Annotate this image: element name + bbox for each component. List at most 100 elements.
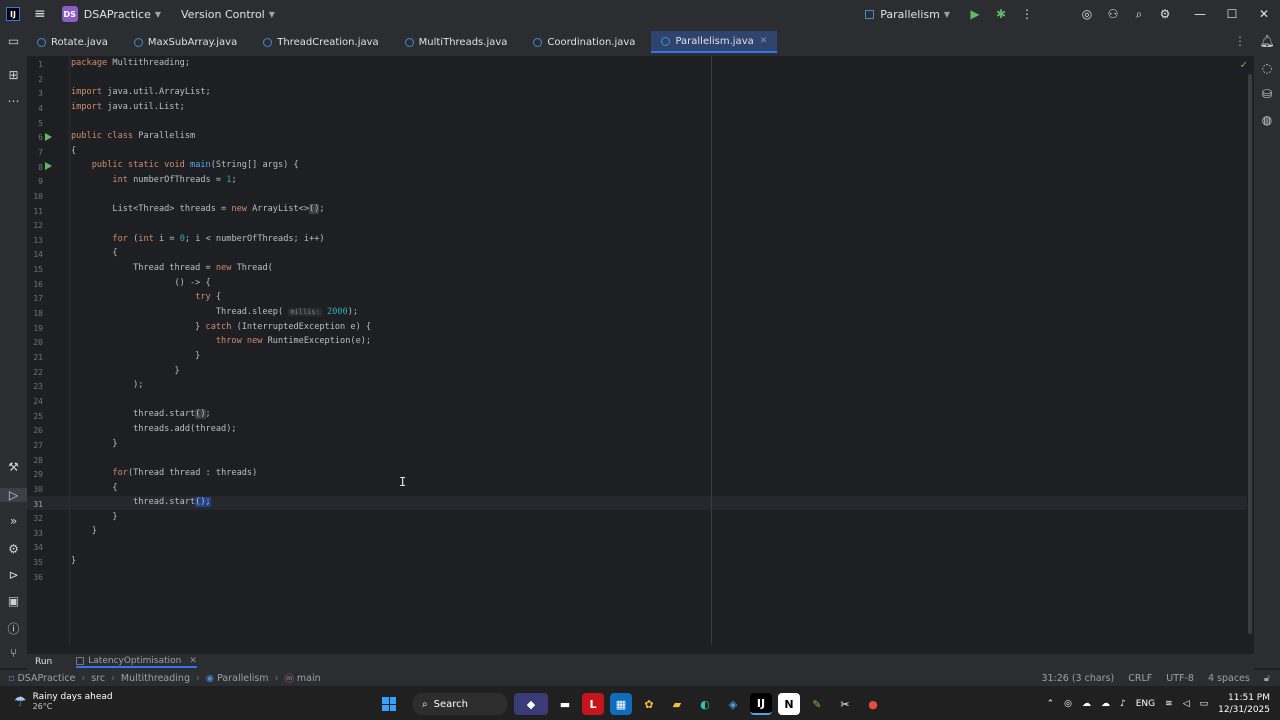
maximize-button[interactable]: ☐ (1216, 7, 1248, 21)
editor-tab[interactable]: ThreadCreation.java (253, 31, 388, 53)
minimize-button[interactable]: — (1184, 7, 1216, 21)
plugins-icon[interactable]: ⚙ (0, 542, 27, 556)
run-icon[interactable]: ▶ (962, 7, 988, 21)
more-icon[interactable]: ⋮ (1014, 7, 1040, 21)
vcs-widget[interactable]: Version Control (181, 8, 265, 21)
app-circle-icon[interactable]: ● (862, 693, 884, 715)
code-line: { (71, 248, 118, 258)
battery-icon[interactable]: ▭ (1200, 699, 1209, 709)
copilot-app-icon[interactable]: ✿ (638, 693, 660, 715)
line-number: 13 (33, 235, 43, 245)
chevron-down-icon[interactable]: ▼ (155, 10, 161, 19)
code-line: public static void main(String[] args) { (91, 160, 299, 170)
title-bar: IJ ≡ DS DSAPractice ▼ Version Control ▼ … (0, 0, 1280, 28)
editor-tab[interactable]: Coordination.java (523, 31, 645, 53)
java-class-icon (37, 37, 46, 47)
wifi-icon[interactable]: ≋ (1165, 699, 1173, 709)
more-tools-icon[interactable]: ⋯ (0, 94, 27, 108)
notion-icon[interactable]: N (778, 693, 800, 715)
debug-tool-icon[interactable]: ⊳ (0, 568, 27, 582)
close-tab-icon[interactable]: ✕ (760, 36, 768, 46)
database-icon[interactable]: ⛁ (1254, 87, 1280, 101)
tabs-overflow-icon[interactable]: ⋮ (1234, 34, 1246, 48)
line-number: 23 (33, 382, 43, 392)
run-config-selector[interactable]: Parallelism ▼ (865, 8, 950, 21)
debug-icon[interactable]: ✱ (988, 7, 1014, 21)
microphone-icon[interactable]: ♪ (1120, 699, 1126, 709)
code-editor[interactable]: 1 2 3 4 5 6 7 8 9 10 11 12 13 14 15 16 17 18 19 20 21 22 23 24 2… (27, 56, 1254, 644)
intellij-taskbar-icon[interactable]: IJ (750, 693, 772, 715)
app-l-icon[interactable]: L (582, 693, 604, 715)
onedrive-icon[interactable]: ☁ (1082, 699, 1091, 709)
copilot-icon[interactable]: ◍ (1254, 113, 1280, 127)
tab-label: MaxSubArray.java (147, 36, 238, 48)
language-indicator[interactable]: ENG (1136, 699, 1155, 709)
system-clock[interactable]: 11:51 PM 12/31/2025 (1218, 692, 1270, 716)
widgets-app-icon[interactable]: ◆ (514, 693, 548, 715)
breadcrumb-item[interactable]: src (91, 673, 105, 684)
tab-label: Rotate.java (51, 36, 108, 48)
terminal-icon[interactable]: ▣ (0, 594, 27, 608)
edge-browser-icon[interactable]: ◐ (694, 693, 716, 715)
close-run-tab-icon[interactable]: ✕ (189, 656, 197, 666)
code-line: () -> { (71, 278, 211, 288)
java-class-icon (404, 37, 414, 47)
notepad-icon[interactable]: ✎ (806, 693, 828, 715)
services-icon[interactable]: » (0, 514, 27, 528)
problems-icon[interactable]: ⓘ (0, 620, 27, 637)
editor-tab[interactable]: Rotate.java (27, 31, 118, 53)
run-class-gutter-icon[interactable] (45, 133, 52, 141)
read-only-lock-icon[interactable]: 🔓︎ (1264, 673, 1270, 684)
project-folder-icon[interactable]: ▭ (0, 34, 27, 48)
breadcrumb-item[interactable]: Parallelism (217, 673, 268, 684)
ai-assistant-icon[interactable]: ◎ (1074, 7, 1100, 21)
notifications-bell-icon[interactable]: 🔔︎ (1254, 34, 1280, 48)
breadcrumb-item[interactable]: DSAPractice (17, 673, 75, 684)
vertical-scrollbar[interactable] (1248, 74, 1252, 634)
git-icon[interactable]: ⑂ (0, 646, 27, 660)
snipping-tool-icon[interactable]: ✂ (834, 693, 856, 715)
editor-tab[interactable]: MultiThreads.java (395, 31, 518, 53)
java-class-icon (133, 37, 143, 47)
file-encoding[interactable]: UTF-8 (1166, 673, 1194, 684)
line-separator[interactable]: CRLF (1128, 673, 1152, 684)
build-hammer-icon[interactable]: ⚒ (0, 460, 27, 474)
tray-app-icon[interactable]: ◎ (1064, 699, 1072, 709)
task-view-icon[interactable]: ▬ (554, 693, 576, 715)
search-icon[interactable]: ⌕ (1126, 7, 1152, 22)
inspection-ok-icon[interactable]: ✓ (1240, 60, 1248, 71)
add-user-icon[interactable]: ⚇ (1100, 7, 1126, 21)
weather-temp: 26°C (32, 702, 53, 711)
file-explorer-icon[interactable]: ▰ (666, 693, 688, 715)
chevron-down-icon[interactable]: ▼ (269, 10, 275, 19)
volume-icon[interactable]: ◁ (1183, 699, 1190, 709)
run-tool-icon[interactable]: ▷ (0, 488, 27, 502)
tray-overflow-icon[interactable]: ⌃ (1047, 699, 1055, 709)
breadcrumb-item[interactable]: main (297, 673, 321, 684)
main-menu-icon[interactable]: ≡ (34, 6, 46, 22)
project-name[interactable]: DSAPractice (84, 8, 151, 21)
settings-gear-icon[interactable]: ⚙ (1152, 7, 1178, 21)
taskbar-search[interactable]: ⌕ Search (412, 693, 508, 715)
windows-start-icon[interactable] (382, 697, 396, 711)
breadcrumb-item[interactable]: Multithreading (121, 673, 190, 684)
status-bar: ▫ DSAPractice › src › Multithreading › ◉ Pa… (0, 670, 1280, 686)
indent-setting[interactable]: 4 spaces (1208, 673, 1250, 684)
java-class-icon (661, 36, 671, 46)
editor-tab[interactable]: MaxSubArray.java (124, 31, 247, 53)
run-main-gutter-icon[interactable] (45, 162, 52, 170)
code-line: Thread thread = new Thread( (71, 263, 273, 273)
ai-chat-icon[interactable]: ◌ (1254, 61, 1280, 75)
editor-tab-active[interactable]: Parallelism.java ✕ (651, 31, 778, 53)
close-button[interactable]: ✕ (1248, 7, 1280, 21)
vscode-icon[interactable]: ◈ (722, 693, 744, 715)
caret-position[interactable]: 31:26 (3 chars) (1041, 673, 1114, 684)
structure-icon[interactable]: ⊞ (0, 68, 27, 82)
project-badge[interactable]: DS (61, 6, 78, 22)
run-tab[interactable]: LatencyOptimisation ✕ (76, 656, 197, 668)
line-number: 21 (33, 353, 43, 362)
run-panel-label[interactable]: Run (35, 657, 52, 667)
onedrive-icon[interactable]: ☁ (1101, 699, 1110, 709)
weather-widget[interactable]: ☂ Rainy days ahead 26°C (14, 692, 113, 711)
store-icon[interactable]: ▦ (610, 693, 632, 715)
